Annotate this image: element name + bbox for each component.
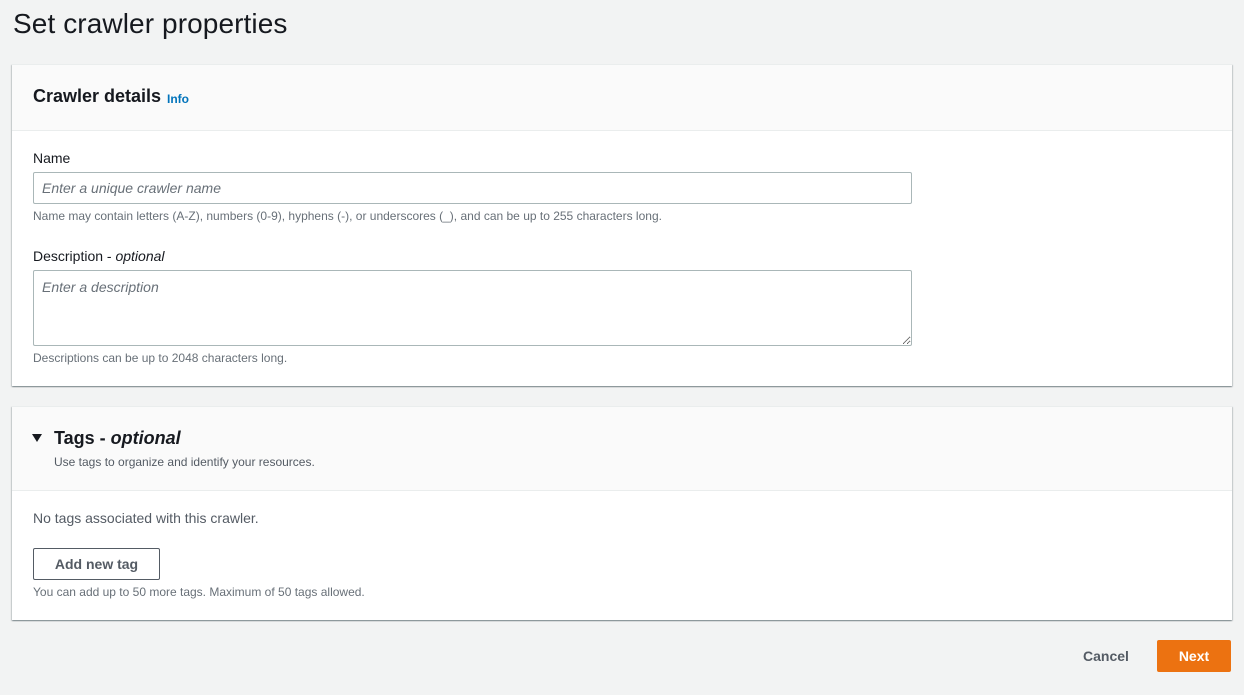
crawler-description-input[interactable] — [33, 270, 912, 346]
cancel-button[interactable]: Cancel — [1066, 640, 1146, 672]
tags-optional: optional — [110, 428, 181, 448]
crawler-details-header: Crawler details Info — [12, 65, 1232, 131]
description-hint: Descriptions can be up to 2048 character… — [33, 351, 288, 365]
tags-panel: Tags - optional Use tags to organize and… — [12, 406, 1232, 620]
tags-title[interactable]: Tags - optional — [54, 428, 181, 449]
tags-title-text: Tags - — [54, 428, 111, 448]
description-optional: optional — [115, 248, 165, 264]
description-label-text: Description - — [33, 248, 116, 264]
tags-hint: You can add up to 50 more tags. Maximum … — [33, 585, 365, 599]
name-hint: Name may contain letters (A-Z), numbers … — [33, 209, 662, 223]
add-new-tag-button[interactable]: Add new tag — [33, 548, 160, 580]
tags-header[interactable]: Tags - optional Use tags to organize and… — [12, 407, 1232, 491]
crawler-name-input[interactable] — [33, 172, 912, 204]
crawler-details-title: Crawler details — [33, 86, 162, 106]
description-label: Description - optional — [33, 248, 165, 264]
crawler-details-panel: Crawler details Info Name Name may conta… — [12, 64, 1232, 386]
no-tags-text: No tags associated with this crawler. — [33, 510, 259, 526]
caret-down-icon[interactable] — [32, 434, 42, 442]
info-link[interactable]: Info — [167, 92, 189, 106]
tags-description: Use tags to organize and identify your r… — [54, 455, 315, 469]
name-label: Name — [33, 150, 71, 166]
page-title: Set crawler properties — [13, 8, 288, 39]
next-button[interactable]: Next — [1157, 640, 1231, 672]
